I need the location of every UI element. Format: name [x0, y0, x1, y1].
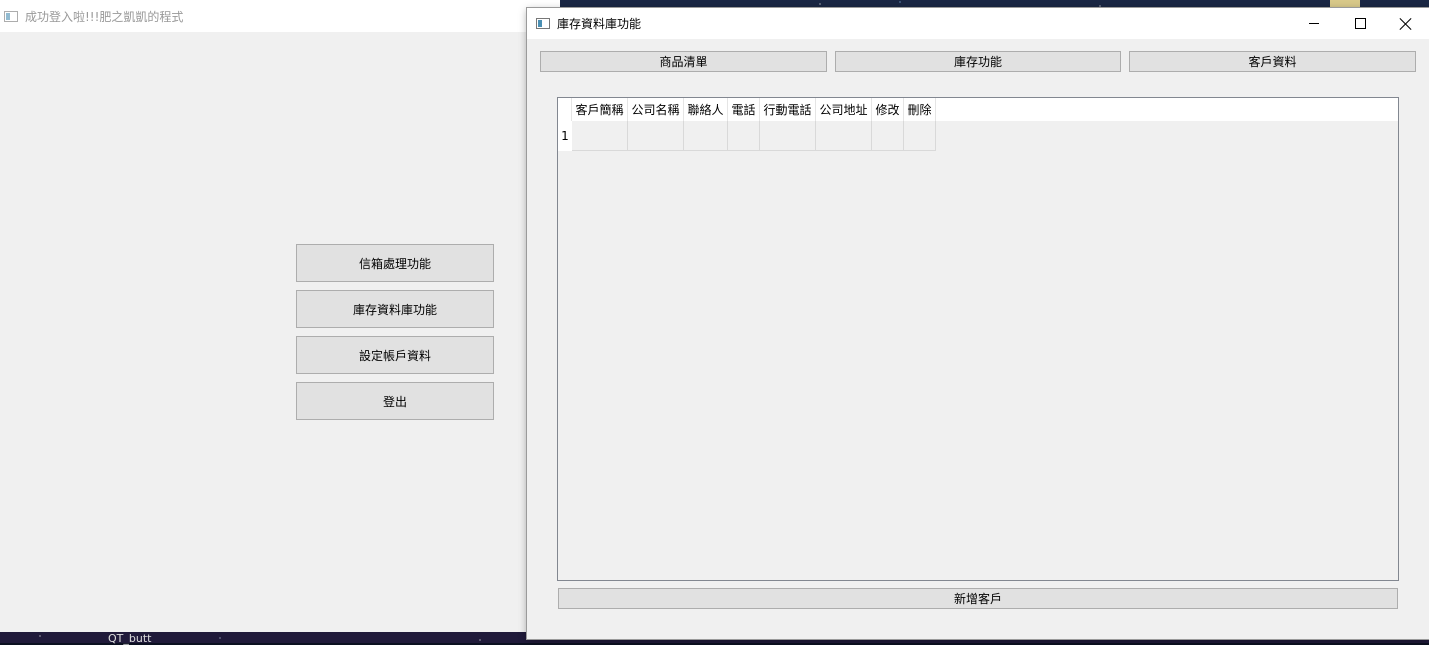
minimize-icon	[1309, 23, 1319, 24]
table-cell[interactable]	[760, 121, 816, 151]
table-header-row: 客戶簡稱 公司名稱 聯絡人 電話 行動電話 公司地址 修改 刪除	[558, 98, 1398, 121]
maximize-button[interactable]	[1337, 8, 1383, 39]
corner-header[interactable]	[558, 98, 572, 121]
add-customer-button[interactable]: 新增客戶	[558, 588, 1398, 609]
table-cell[interactable]	[816, 121, 872, 151]
column-header[interactable]: 刪除	[904, 98, 936, 121]
close-icon	[1400, 18, 1412, 30]
column-header[interactable]: 電話	[728, 98, 760, 121]
column-header[interactable]: 行動電話	[760, 98, 816, 121]
column-header[interactable]: 聯絡人	[684, 98, 728, 121]
tab-inventory-function[interactable]: 庫存功能	[835, 51, 1121, 72]
inventory-window-title: 庫存資料庫功能	[557, 17, 642, 31]
column-header[interactable]: 修改	[872, 98, 904, 121]
taskbar-fragment: QT_butt	[108, 632, 152, 645]
close-button[interactable]	[1383, 8, 1429, 39]
main-menu-titlebar: 成功登入啦!!!肥之凱凱的程式	[0, 0, 560, 32]
customer-table[interactable]: 客戶簡稱 公司名稱 聯絡人 電話 行動電話 公司地址 修改 刪除 1	[557, 97, 1399, 581]
edit-cell[interactable]	[872, 121, 904, 151]
maximize-icon	[1354, 18, 1366, 29]
table-cell[interactable]	[684, 121, 728, 151]
app-window-icon	[536, 18, 550, 29]
column-header[interactable]: 公司名稱	[628, 98, 684, 121]
main-menu-window: 成功登入啦!!!肥之凱凱的程式 信箱處理功能 庫存資料庫功能 設定帳戶資料 登出	[0, 0, 560, 632]
tab-product-list[interactable]: 商品清單	[540, 51, 827, 72]
delete-cell[interactable]	[904, 121, 936, 151]
inventory-window: 庫存資料庫功能 商品清單 庫存功能 客戶資料 客戶簡稱 公司名稱 聯絡人 電話 …	[527, 8, 1429, 639]
row-header[interactable]: 1	[558, 121, 572, 151]
inventory-database-button[interactable]: 庫存資料庫功能	[296, 290, 494, 328]
inventory-titlebar: 庫存資料庫功能	[527, 8, 1429, 39]
account-settings-button[interactable]: 設定帳戶資料	[296, 336, 494, 374]
main-menu-title: 成功登入啦!!!肥之凱凱的程式	[25, 9, 184, 24]
table-cell[interactable]	[572, 121, 628, 151]
minimize-button[interactable]	[1291, 8, 1337, 39]
column-header[interactable]: 公司地址	[816, 98, 872, 121]
mailbox-function-button[interactable]: 信箱處理功能	[296, 244, 494, 282]
desktop-corner-patch	[1330, 0, 1360, 8]
table-cell[interactable]	[628, 121, 684, 151]
logout-button[interactable]: 登出	[296, 382, 494, 420]
column-header[interactable]: 客戶簡稱	[572, 98, 628, 121]
tab-customer-data[interactable]: 客戶資料	[1129, 51, 1416, 72]
app-window-icon	[4, 10, 18, 22]
table-cell[interactable]	[728, 121, 760, 151]
